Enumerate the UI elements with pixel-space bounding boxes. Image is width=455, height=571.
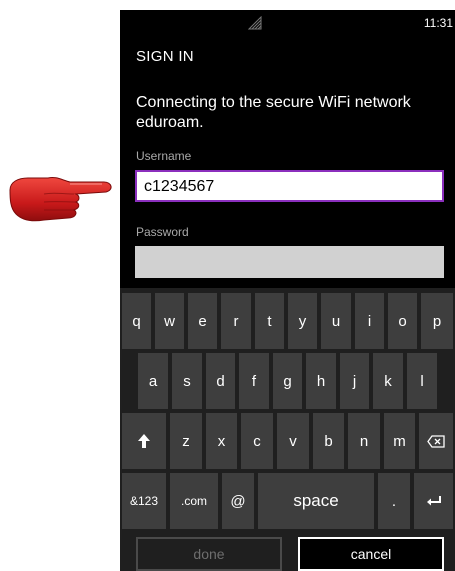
key-z[interactable]: z	[170, 413, 202, 469]
key-v[interactable]: v	[277, 413, 309, 469]
key-d[interactable]: d	[206, 353, 235, 409]
key-h[interactable]: h	[306, 353, 336, 409]
shift-arrow-icon	[138, 434, 150, 448]
period-key[interactable]: .	[378, 473, 410, 529]
password-label: Password	[136, 225, 189, 239]
cancel-button[interactable]: cancel	[298, 537, 444, 571]
username-field[interactable]: c1234567	[135, 170, 444, 202]
phone-screen: 11:31 SIGN IN Connecting to the secure W…	[120, 10, 455, 571]
dotcom-key[interactable]: .com	[170, 473, 218, 529]
at-key[interactable]: @	[222, 473, 254, 529]
shift-key[interactable]	[122, 413, 166, 469]
key-g[interactable]: g	[273, 353, 302, 409]
key-l[interactable]: l	[407, 353, 437, 409]
password-field[interactable]	[135, 246, 444, 278]
key-i[interactable]: i	[355, 293, 384, 349]
key-k[interactable]: k	[373, 353, 403, 409]
enter-icon	[426, 496, 441, 506]
key-x[interactable]: x	[206, 413, 237, 469]
space-key[interactable]: space	[258, 473, 374, 529]
key-u[interactable]: u	[321, 293, 351, 349]
key-t[interactable]: t	[255, 293, 284, 349]
status-bar: 11:31	[120, 10, 455, 38]
key-s[interactable]: s	[172, 353, 202, 409]
key-c[interactable]: c	[241, 413, 273, 469]
backspace-icon	[427, 434, 445, 448]
key-p[interactable]: p	[421, 293, 453, 349]
done-button[interactable]: done	[136, 537, 282, 571]
backspace-key[interactable]	[419, 413, 453, 469]
key-f[interactable]: f	[239, 353, 269, 409]
page-title: SIGN IN	[136, 48, 194, 65]
key-w[interactable]: w	[155, 293, 184, 349]
key-e[interactable]: e	[188, 293, 217, 349]
key-a[interactable]: a	[138, 353, 168, 409]
symbols-key[interactable]: &123	[122, 473, 166, 529]
on-screen-keyboard: q w e r t y u i o p a s d f g h j k l z …	[120, 288, 455, 571]
status-time: 11:31	[423, 16, 453, 30]
key-j[interactable]: j	[340, 353, 369, 409]
enter-key[interactable]	[414, 473, 453, 529]
key-r[interactable]: r	[221, 293, 251, 349]
key-q[interactable]: q	[122, 293, 151, 349]
key-n[interactable]: n	[348, 413, 380, 469]
key-y[interactable]: y	[288, 293, 317, 349]
key-o[interactable]: o	[388, 293, 417, 349]
connection-description: Connecting to the secure WiFi network ed…	[136, 94, 411, 131]
key-m[interactable]: m	[384, 413, 415, 469]
signal-strength-icon	[248, 16, 262, 30]
username-label: Username	[136, 149, 192, 163]
red-pointing-hand-icon	[9, 177, 112, 222]
key-b[interactable]: b	[313, 413, 344, 469]
